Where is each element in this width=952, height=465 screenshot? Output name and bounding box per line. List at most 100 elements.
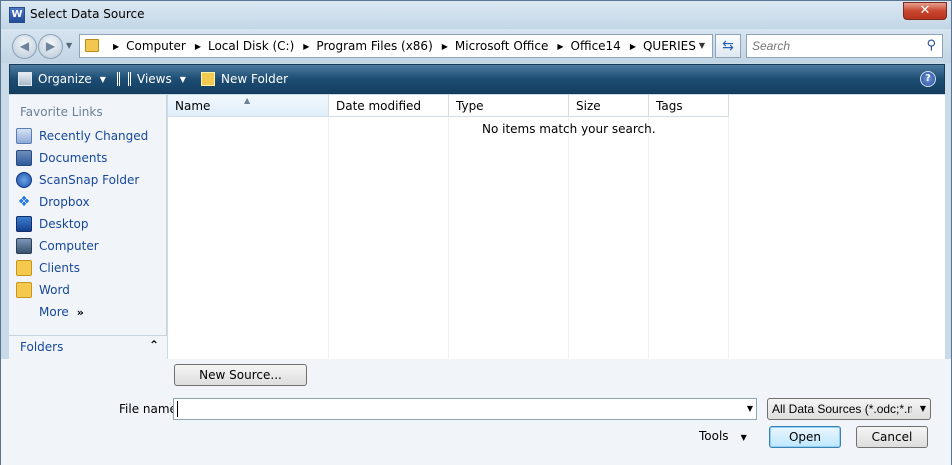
breadcrumb-item[interactable]: Computer xyxy=(126,39,186,53)
organize-button[interactable]: Organize ▼ xyxy=(18,65,106,93)
column-header-label: Date modified xyxy=(336,99,422,113)
search-icon[interactable]: ⚲ xyxy=(926,38,936,53)
organize-icon xyxy=(18,72,32,86)
recent-pages-dropdown[interactable]: ▼ xyxy=(66,41,72,50)
breadcrumb-arrow-icon[interactable]: ▶ xyxy=(303,42,309,51)
nav-item-scansnap-folder[interactable]: ScanSnap Folder xyxy=(9,169,167,191)
views-button[interactable]: Views ▼ xyxy=(117,65,186,93)
tools-menu-button[interactable]: Tools ▼ xyxy=(699,429,747,443)
title-bar: W Select Data Source ✕ xyxy=(1,1,951,29)
nav-item-word[interactable]: Word xyxy=(9,279,167,301)
column-header-size[interactable]: Size xyxy=(569,95,649,117)
search-input[interactable] xyxy=(752,39,917,53)
column-divider xyxy=(648,117,649,359)
help-button[interactable]: ? xyxy=(920,71,936,87)
folder-icon xyxy=(16,282,32,298)
nav-item-desktop[interactable]: Desktop xyxy=(9,213,167,235)
sort-ascending-icon: ▲ xyxy=(244,96,251,105)
close-icon: ✕ xyxy=(919,3,931,18)
nav-item-label: Clients xyxy=(39,261,80,275)
open-button[interactable]: Open xyxy=(769,426,841,448)
word-app-icon: W xyxy=(9,7,25,23)
chevron-down-icon: ▼ xyxy=(179,74,186,84)
breadcrumb-arrow-icon[interactable]: ▶ xyxy=(195,42,201,51)
file-name-combobox[interactable]: ▼ xyxy=(173,398,757,420)
dialog-footer: New Source... File name: ▼ All Data Sour… xyxy=(1,359,951,465)
breadcrumb-item[interactable]: Office14 xyxy=(571,39,621,53)
column-header-type[interactable]: Type xyxy=(449,95,569,117)
search-box[interactable]: ⚲ xyxy=(746,34,943,58)
refresh-icon: ⇆ xyxy=(722,38,734,54)
folder-icon xyxy=(85,39,99,52)
column-header-label: Size xyxy=(576,99,601,113)
back-button[interactable]: ◀ xyxy=(12,34,37,59)
new-source-button[interactable]: New Source... xyxy=(174,364,307,386)
forward-button[interactable]: ▶ xyxy=(38,34,63,59)
file-name-input[interactable] xyxy=(177,401,732,417)
breadcrumb-item[interactable]: Microsoft Office xyxy=(455,39,548,53)
column-header-label: Tags xyxy=(656,99,683,113)
breadcrumb-arrow-icon[interactable]: ▶ xyxy=(442,42,448,51)
column-header-label: Type xyxy=(456,99,484,113)
command-bar: Organize ▼ Views ▼ New Folder ? xyxy=(9,64,945,94)
more-label: More xyxy=(39,305,69,319)
file-list[interactable]: ▲ Name Date modified Type Size Tags No i… xyxy=(168,95,945,359)
window-title: Select Data Source xyxy=(30,7,145,21)
breadcrumb-arrow-icon[interactable]: ▶ xyxy=(113,42,119,51)
double-chevron-right-icon: » xyxy=(76,305,84,319)
navigation-pane: Favorite Links Recently Changed Document… xyxy=(9,95,167,359)
chevron-down-icon: ▼ xyxy=(99,74,106,84)
breadcrumb-item[interactable]: Program Files (x86) xyxy=(316,39,432,53)
tools-label: Tools xyxy=(699,429,729,443)
cancel-button[interactable]: Cancel xyxy=(856,426,928,448)
nav-item-documents[interactable]: Documents xyxy=(9,147,167,169)
views-label: Views xyxy=(137,72,172,86)
address-bar[interactable]: ▶ Computer ▶ Local Disk (C:) ▶ Program F… xyxy=(79,34,713,58)
nav-item-recently-changed[interactable]: Recently Changed xyxy=(9,125,167,147)
more-links-button[interactable]: More » xyxy=(9,301,167,323)
scansnap-icon xyxy=(16,172,32,188)
dialog-window: W Select Data Source ✕ ◀ ▶ ▼ ▶ Computer … xyxy=(0,0,952,465)
chevron-down-icon[interactable]: ▼ xyxy=(747,402,753,416)
breadcrumb-item[interactable]: QUERIES xyxy=(643,39,696,53)
chevron-up-icon: ⌃ xyxy=(148,338,159,352)
refresh-button[interactable]: ⇆ xyxy=(715,34,741,58)
breadcrumb-item[interactable]: Local Disk (C:) xyxy=(208,39,294,53)
folders-label: Folders xyxy=(20,340,64,354)
organize-label: Organize xyxy=(38,72,92,86)
new-folder-label: New Folder xyxy=(221,72,289,86)
views-icon xyxy=(117,72,131,86)
file-type-select[interactable]: All Data Sources (*.odc;*.mdb ▼ xyxy=(767,398,931,420)
address-dropdown-button[interactable]: ▼ xyxy=(694,37,710,55)
documents-icon xyxy=(16,150,32,166)
nav-item-label: Recently Changed xyxy=(39,129,149,143)
empty-list-message: No items match your search. xyxy=(482,122,656,136)
recent-icon xyxy=(16,128,32,144)
nav-item-label: Word xyxy=(39,283,70,297)
nav-item-label: Documents xyxy=(39,151,108,165)
breadcrumb: ▶ Computer ▶ Local Disk (C:) ▶ Program F… xyxy=(104,35,696,57)
nav-item-computer[interactable]: Computer xyxy=(9,235,167,257)
folders-toggle-bar[interactable]: Folders ⌃ xyxy=(9,335,167,359)
favorite-links-heading: Favorite Links xyxy=(20,105,103,119)
file-name-label: File name: xyxy=(119,402,181,416)
column-header-date-modified[interactable]: Date modified xyxy=(329,95,449,117)
column-header-tags[interactable]: Tags xyxy=(649,95,729,117)
new-folder-icon xyxy=(201,72,215,86)
column-divider xyxy=(448,117,449,359)
new-folder-button[interactable]: New Folder xyxy=(201,65,288,93)
nav-item-dropbox[interactable]: ❖ Dropbox xyxy=(9,191,167,213)
nav-item-label: Dropbox xyxy=(39,195,90,209)
chevron-down-icon: ▼ xyxy=(740,433,747,442)
breadcrumb-arrow-icon[interactable]: ▶ xyxy=(557,42,563,51)
nav-item-label: Desktop xyxy=(39,217,89,231)
column-header-name[interactable]: ▲ Name xyxy=(168,95,329,117)
dropbox-icon: ❖ xyxy=(17,194,31,210)
nav-item-clients[interactable]: Clients xyxy=(9,257,167,279)
breadcrumb-arrow-icon[interactable]: ▶ xyxy=(630,42,636,51)
column-divider xyxy=(568,117,569,359)
column-header-label: Name xyxy=(175,99,211,113)
close-button[interactable]: ✕ xyxy=(903,2,947,20)
nav-item-label: Computer xyxy=(39,239,99,253)
back-arrow-icon: ◀ xyxy=(19,39,30,53)
